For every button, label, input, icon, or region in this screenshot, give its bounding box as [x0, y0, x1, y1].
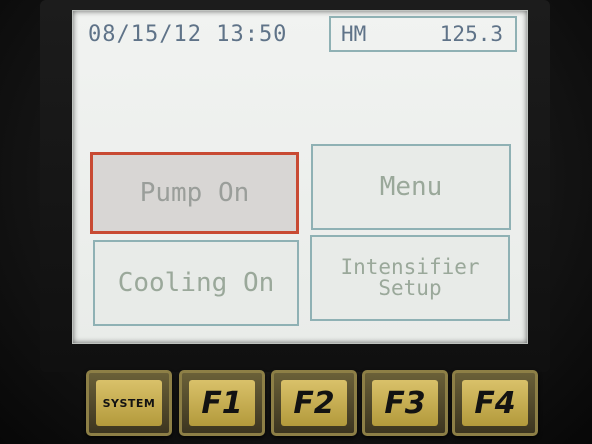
menu-label: Menu [379, 172, 443, 202]
system-key[interactable]: SYSTEM [86, 370, 172, 436]
f1-key[interactable]: F1 [179, 370, 265, 436]
system-key-label: SYSTEM [96, 380, 162, 426]
f3-key-label: F3 [372, 380, 438, 426]
mode-value: 125.3 [439, 22, 503, 46]
f4-key[interactable]: F4 [452, 370, 538, 436]
cooling-on-label: Cooling On [117, 268, 275, 298]
pump-on-button[interactable]: Pump On [90, 152, 299, 234]
pump-on-label: Pump On [139, 178, 250, 208]
f2-key[interactable]: F2 [271, 370, 357, 436]
datetime-display: 08/15/12 13:50 [88, 22, 288, 47]
intensifier-setup-label: Intensifier Setup [340, 255, 480, 300]
f4-key-label: F4 [462, 380, 528, 426]
f1-key-label: F1 [189, 380, 255, 426]
cooling-on-button[interactable]: Cooling On [93, 240, 299, 326]
mode-label: HM [341, 22, 367, 46]
f3-key[interactable]: F3 [362, 370, 448, 436]
menu-button[interactable]: Menu [311, 144, 511, 230]
mode-readout: HM 125.3 [329, 16, 517, 52]
intensifier-setup-button[interactable]: Intensifier Setup [310, 235, 510, 321]
f2-key-label: F2 [281, 380, 347, 426]
